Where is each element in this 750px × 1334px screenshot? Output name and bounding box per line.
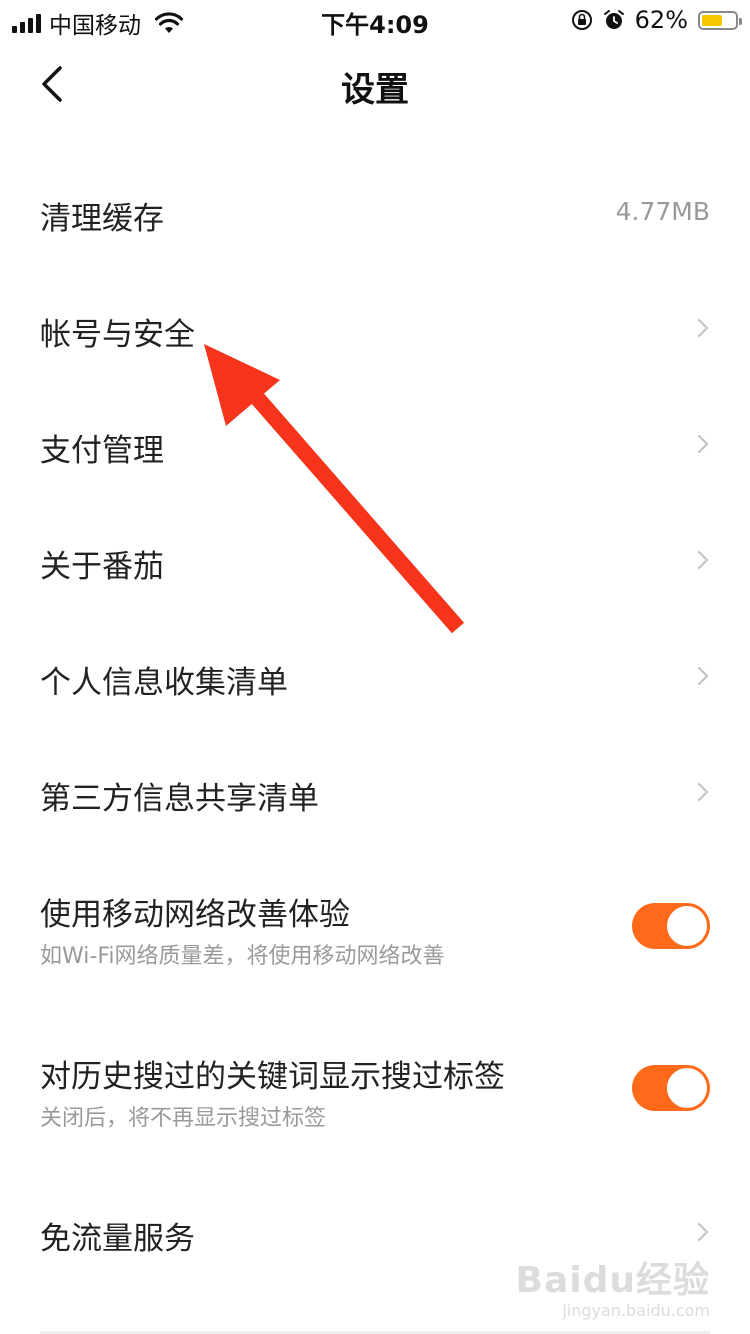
chevron-right-icon	[697, 1222, 709, 1242]
watermark-logo: Baidu经验	[515, 1260, 710, 1301]
settings-list: 清理缓存 4.77MB 帐号与安全 支付管理 关于番茄 个人信息收集清单 第三方…	[0, 155, 750, 1291]
mobile-network-toggle[interactable]	[632, 903, 710, 949]
clear-cache-row[interactable]: 清理缓存 4.77MB	[0, 155, 750, 271]
status-right: 62%	[571, 6, 742, 34]
payment-label: 支付管理	[40, 433, 164, 469]
orientation-lock-icon	[571, 10, 592, 30]
chevron-right-icon	[697, 434, 709, 454]
search-tags-row: 对历史搜过的关键词显示搜过标签 关闭后，将不再显示搜过标签	[0, 1013, 750, 1175]
account-security-row[interactable]: 帐号与安全	[0, 271, 750, 387]
battery-percent: 62%	[634, 6, 688, 34]
page-title: 设置	[341, 70, 409, 110]
cache-size-value: 4.77MB	[615, 197, 710, 226]
search-tags-label: 对历史搜过的关键词显示搜过标签	[40, 1059, 505, 1095]
mobile-network-label: 使用移动网络改善体验	[40, 897, 350, 933]
chevron-right-icon	[697, 666, 709, 686]
account-security-label: 帐号与安全	[40, 317, 195, 353]
about-label: 关于番茄	[40, 549, 164, 585]
battery-fill	[702, 14, 722, 26]
clear-cache-label: 清理缓存	[40, 201, 164, 237]
third-party-label: 第三方信息共享清单	[40, 781, 319, 817]
nav-bar: 设置	[0, 40, 750, 128]
search-tags-toggle[interactable]	[632, 1065, 710, 1111]
third-party-row[interactable]: 第三方信息共享清单	[0, 735, 750, 851]
watermark-url: jingyan.baidu.com	[562, 1301, 710, 1320]
personal-info-label: 个人信息收集清单	[40, 665, 288, 701]
free-data-label: 免流量服务	[40, 1221, 195, 1257]
chevron-right-icon	[697, 782, 709, 802]
battery-icon	[698, 10, 742, 30]
status-bar: 中国移动 下午4:09 62%	[0, 0, 750, 40]
chevron-right-icon	[697, 318, 709, 338]
baidu-watermark: Baidu经验 jingyan.baidu.com	[516, 1251, 710, 1320]
alarm-icon	[603, 10, 624, 29]
toggle-knob	[667, 906, 707, 946]
about-row[interactable]: 关于番茄	[0, 503, 750, 619]
search-tags-desc: 关闭后，将不再显示搜过标签	[40, 1106, 327, 1131]
toggle-knob	[667, 1068, 707, 1108]
mobile-network-row: 使用移动网络改善体验 如Wi-Fi网络质量差，将使用移动网络改善	[0, 851, 750, 1013]
payment-row[interactable]: 支付管理	[0, 387, 750, 503]
mobile-network-desc: 如Wi-Fi网络质量差，将使用移动网络改善	[40, 944, 445, 969]
chevron-right-icon	[697, 550, 709, 570]
personal-info-row[interactable]: 个人信息收集清单	[0, 619, 750, 735]
